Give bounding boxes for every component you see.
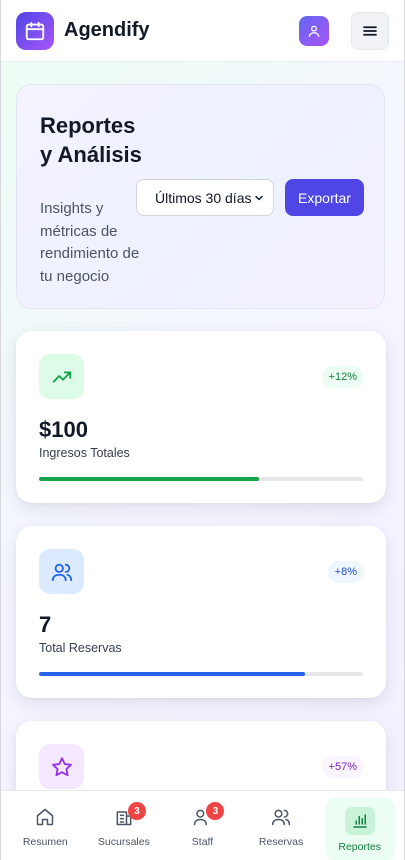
growth-badge: +8% [327,561,364,583]
nav-label: Sucursales [97,835,150,848]
trending-up-icon [52,371,71,382]
menu-button[interactable] [351,11,389,50]
growth-badge: +57% [321,756,364,778]
home-icon [37,808,54,825]
metric-value: 7 [39,612,52,637]
metric-value: $100 [39,417,88,442]
nav-label: Reportes [338,840,381,853]
app-header: Agendify [0,0,405,62]
progress-fill [39,477,260,481]
bar-chart-icon [352,813,367,828]
user-profile-button[interactable] [299,15,329,46]
nav-item-reservas[interactable]: Reservas [246,791,316,860]
nav-item-resumen[interactable]: Resumen [10,791,80,860]
date-range-selected: Últimos 30 días [155,189,252,206]
notification-badge: 3 [127,802,146,820]
metric-icon-box [39,354,84,399]
metric-icon-box [39,549,84,594]
nav-label: Reservas [258,835,304,848]
page-subtitle: Insights y métricas de rendimiento de tu… [40,200,140,285]
star-icon [51,756,72,776]
metric-card-bookings: +8% 7 Total Reservas [16,526,386,698]
date-range-select[interactable]: Últimos 30 días [136,179,274,216]
growth-badge: +12% [321,366,364,388]
nav-item-sucursales[interactable]: Sucursales 3 [89,791,159,860]
users-icon [51,563,72,581]
nav-item-reportes[interactable]: Reportes [324,798,395,860]
chevron-down-icon [255,195,263,200]
brand-name: Agendify [64,19,150,41]
nav-label: Staff [191,835,214,848]
reports-hero: Reportes y Análisis Insights y métricas … [16,84,385,309]
nav-item-staff[interactable]: Staff 3 [167,791,237,860]
progress-fill [39,672,305,676]
calendar-icon[interactable] [16,11,54,50]
export-button[interactable]: Exportar [285,179,364,216]
nav-label: Resumen [22,835,68,848]
metric-label: Ingresos Totales [39,446,130,460]
metric-icon-box [39,744,84,789]
page-title: Reportes y Análisis [40,113,142,167]
user-icon [308,25,320,37]
notification-badge: 3 [206,802,225,820]
metric-label: Total Reservas [39,641,122,655]
progress-track [39,477,363,481]
progress-track [39,672,363,676]
menu-icon [363,25,377,36]
metric-card-revenue: +12% $100 Ingresos Totales [16,331,386,503]
users-icon [271,809,291,825]
bottom-navigation: Resumen Sucursales 3 Staff 3 Reservas Re… [0,790,405,860]
